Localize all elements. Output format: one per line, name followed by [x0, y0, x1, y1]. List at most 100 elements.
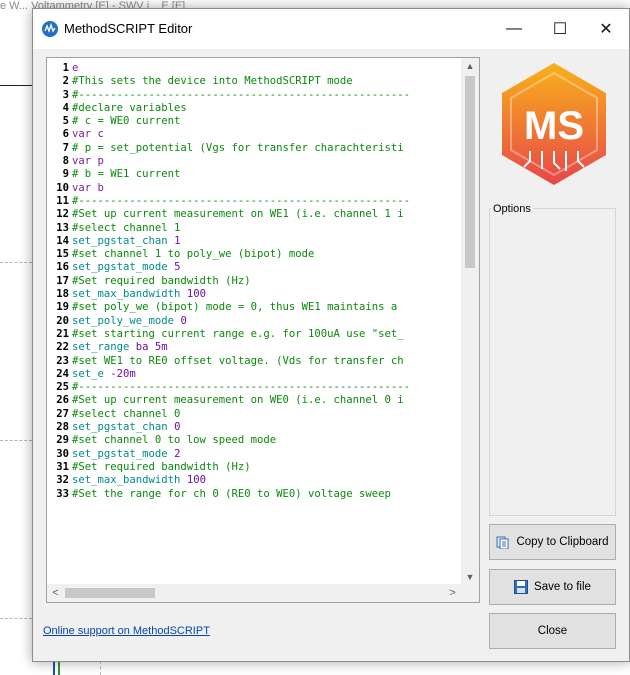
- line-number: 7: [62, 141, 69, 154]
- code-text: #set WE1 to RE0 offset voltage. (Vds for…: [72, 354, 404, 367]
- logo-text: MS: [524, 104, 584, 148]
- code-area[interactable]: 1 e 2 #This sets the device into MethodSCRI…: [47, 62, 461, 584]
- horizontal-scroll-thumb[interactable]: [65, 588, 155, 598]
- code-line[interactable]: 16 set_pgstat_mode 5: [47, 261, 461, 274]
- code-text: var p: [72, 155, 104, 168]
- line-number: 16: [56, 261, 69, 274]
- code-line[interactable]: 19 #set poly_we (bipot) mode = 0, thus WE…: [47, 301, 461, 314]
- close-button-label: Close: [537, 625, 568, 637]
- code-text: #This sets the device into MethodSCRIPT …: [72, 75, 353, 88]
- code-line[interactable]: 20 set_poly_we_mode 0: [47, 315, 461, 328]
- code-argument: 0: [174, 421, 181, 434]
- code-command: set_pgstat_chan: [72, 234, 168, 247]
- code-argument: 5: [174, 261, 181, 274]
- code-line[interactable]: 1e: [47, 62, 461, 75]
- code-text: #select channel 0: [72, 407, 181, 420]
- maximize-button[interactable]: ☐: [537, 9, 583, 49]
- code-text: #Set the range for ch 0 (RE0 to WE0) vol…: [72, 487, 391, 500]
- background-gridline: [0, 262, 32, 263]
- scroll-right-icon[interactable]: >: [444, 584, 461, 602]
- code-line[interactable]: 33 #Set the range for ch 0 (RE0 to WE0) v…: [47, 488, 461, 501]
- scroll-left-icon[interactable]: <: [47, 584, 64, 602]
- background-gridline: [0, 618, 32, 619]
- code-line[interactable]: 15 #set channel 1 to poly_we (bipot) mode: [47, 248, 461, 261]
- code-text: #---------------------------------------…: [72, 381, 411, 394]
- horizontal-scrollbar[interactable]: < >: [47, 584, 461, 602]
- vertical-scrollbar[interactable]: ▲ ▼: [461, 58, 479, 586]
- code-line[interactable]: 18 set_max_bandwidth 100: [47, 288, 461, 301]
- code-text: #declare variables: [72, 101, 187, 114]
- code-text: # p = set_potential (Vgs for transfer ch…: [72, 141, 404, 154]
- code-line[interactable]: 32 set_max_bandwidth 100: [47, 474, 461, 487]
- code-command: set_e: [72, 367, 104, 380]
- code-line[interactable]: 8 var p: [47, 155, 461, 168]
- code-argument: 100: [186, 474, 206, 487]
- code-line[interactable]: 12 #Set up current measurement on WE1 (i.…: [47, 208, 461, 221]
- code-line[interactable]: 24 set_e -20m: [47, 368, 461, 381]
- code-text: e: [72, 62, 79, 74]
- close-button[interactable]: Close: [489, 613, 616, 649]
- online-support-link[interactable]: Online support on MethodSCRIPT: [43, 625, 210, 637]
- code-line[interactable]: 6 var c: [47, 128, 461, 141]
- vertical-scroll-thumb[interactable]: [465, 76, 475, 268]
- code-line[interactable]: 14 set_pgstat_chan 1: [47, 235, 461, 248]
- code-line[interactable]: 25 #-------------------------------------…: [47, 381, 461, 394]
- line-number: 33: [56, 487, 69, 500]
- code-line[interactable]: 4 #declare variables: [47, 102, 461, 115]
- code-line[interactable]: 30 set_pgstat_mode 2: [47, 448, 461, 461]
- line-number: 25: [56, 381, 69, 394]
- script-editor[interactable]: 1 e 2 #This sets the device into MethodSCRI…: [46, 57, 480, 603]
- line-number: 9: [62, 168, 69, 181]
- code-line[interactable]: 2 #This sets the device into MethodSCRIPT…: [47, 75, 461, 88]
- code-text: # c = WE0 current: [72, 115, 181, 128]
- line-number: 12: [56, 208, 69, 221]
- line-number: 13: [56, 221, 69, 234]
- code-text: var b: [72, 181, 104, 194]
- code-command: set_poly_we_mode: [72, 314, 175, 327]
- methodscript-editor-dialog: MethodSCRIPT Editor — ☐ ✕ 1 e 2 #This sets …: [32, 8, 630, 662]
- code-text: #---------------------------------------…: [72, 88, 411, 101]
- code-command: set_pgstat_mode: [72, 447, 168, 460]
- close-window-button[interactable]: ✕: [583, 9, 629, 49]
- code-line[interactable]: 9 # b = WE1 current: [47, 168, 461, 181]
- code-line[interactable]: 7 # p = set_potential (Vgs for transfer c…: [47, 142, 461, 155]
- minimize-button[interactable]: —: [491, 9, 537, 49]
- line-number: 11: [56, 194, 69, 207]
- code-argument: ba 5m: [135, 341, 168, 354]
- code-text: #Set required bandwidth (Hz): [72, 460, 251, 473]
- code-text: #set poly_we (bipot) mode = 0, thus WE1 …: [72, 301, 398, 314]
- code-line[interactable]: 10 var b: [47, 182, 461, 195]
- save-to-file-button[interactable]: Save to file: [489, 569, 616, 605]
- copy-button-label: Copy to Clipboard: [516, 536, 609, 548]
- code-text: #set starting current range e.g. for 100…: [72, 327, 404, 340]
- code-text: #Set up current measurement on WE0 (i.e.…: [72, 394, 404, 407]
- title-bar[interactable]: MethodSCRIPT Editor — ☐ ✕: [33, 9, 629, 49]
- line-number: 31: [56, 460, 69, 473]
- code-line[interactable]: 31 #Set required bandwidth (Hz): [47, 461, 461, 474]
- line-number: 19: [56, 301, 69, 314]
- scroll-up-icon[interactable]: ▲: [461, 58, 479, 75]
- code-line[interactable]: 5 # c = WE0 current: [47, 115, 461, 128]
- code-line[interactable]: 21 #set starting current range e.g. for 1…: [47, 328, 461, 341]
- code-line[interactable]: 28 set_pgstat_chan 0: [47, 421, 461, 434]
- code-line[interactable]: 3 #--------------------------------------…: [47, 89, 461, 102]
- code-line[interactable]: 11 #-------------------------------------…: [47, 195, 461, 208]
- code-command: set_max_bandwidth: [72, 288, 181, 301]
- background-gridline: [0, 440, 32, 441]
- line-number: 8: [62, 155, 69, 168]
- code-line[interactable]: 27 #select channel 0: [47, 408, 461, 421]
- code-line[interactable]: 29 #set channel 0 to low speed mode: [47, 434, 461, 447]
- code-line[interactable]: 23 #set WE1 to RE0 offset voltage. (Vds f…: [47, 355, 461, 368]
- code-command: set_range: [72, 341, 130, 354]
- code-text: #set channel 1 to poly_we (bipot) mode: [72, 248, 315, 261]
- code-line[interactable]: 22 set_range ba 5m: [47, 341, 461, 354]
- code-text: var c: [72, 128, 104, 141]
- code-argument: 0: [180, 314, 187, 327]
- copy-to-clipboard-button[interactable]: Copy to Clipboard: [489, 524, 616, 560]
- code-line[interactable]: 13 #select channel 1: [47, 222, 461, 235]
- code-argument: 100: [186, 288, 206, 301]
- line-number: 4: [62, 101, 69, 114]
- scrollbar-corner: [461, 584, 479, 602]
- code-line[interactable]: 17 #Set required bandwidth (Hz): [47, 275, 461, 288]
- code-line[interactable]: 26 #Set up current measurement on WE0 (i.…: [47, 394, 461, 407]
